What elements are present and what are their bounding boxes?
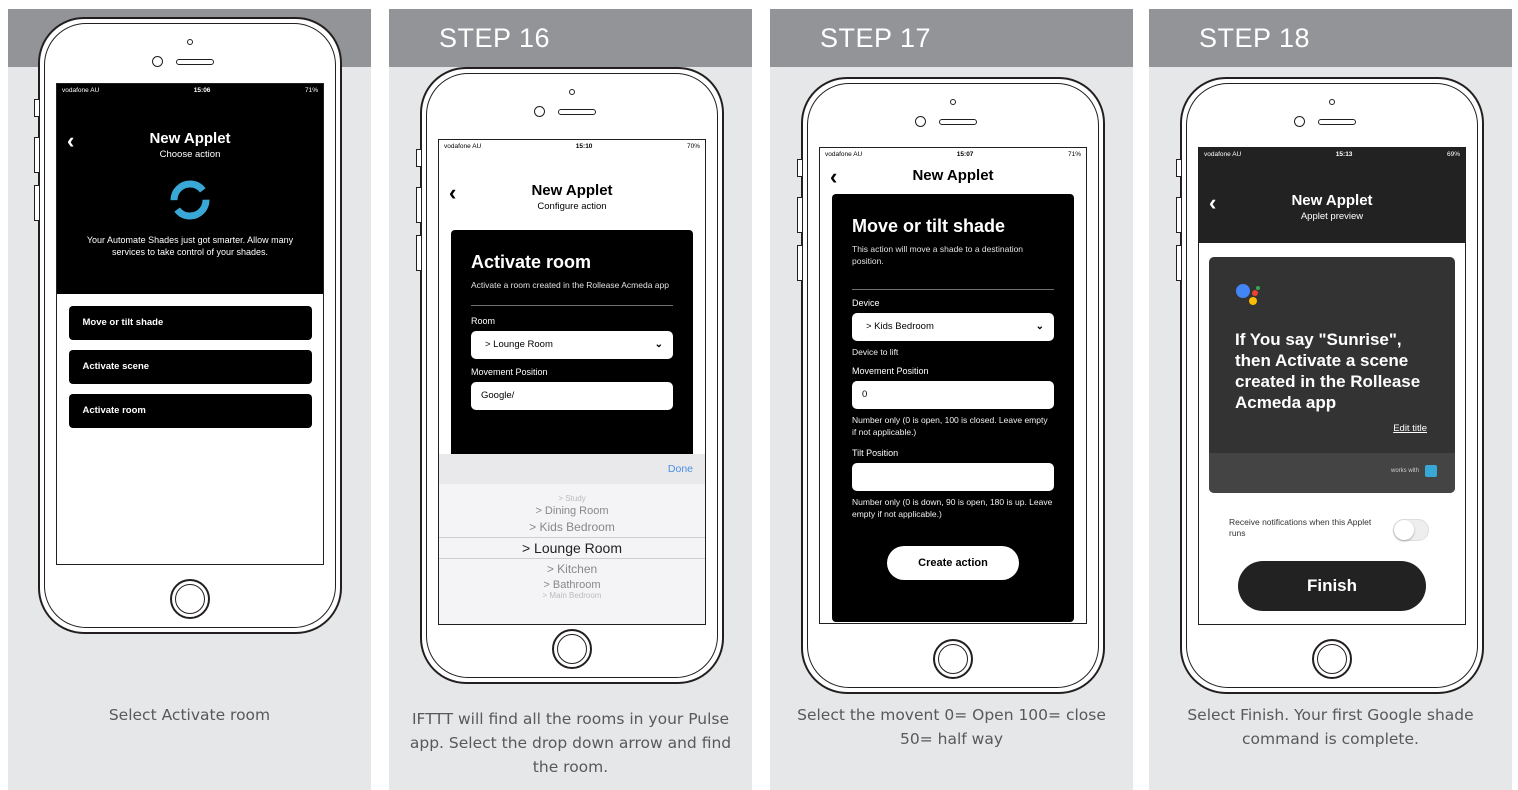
status-bar: vodafone AU 15:13 69% [1204, 150, 1460, 158]
screen-subtitle: Choose action [159, 149, 221, 160]
action-activate-room-button[interactable]: Activate room [68, 394, 312, 428]
movement-label: Movement Position [471, 367, 548, 377]
service-blurb: Your Automate Shades just got smarter. A… [86, 235, 294, 257]
back-icon[interactable]: ‹ [67, 130, 74, 152]
picker-item-selected[interactable]: > Lounge Room [439, 537, 705, 559]
back-icon[interactable]: ‹ [1209, 192, 1216, 214]
phone-frame: vodafone AU 15:06 71% ‹ New Applet Choose … [34, 17, 342, 634]
phone-frame: vodafone AU 15:10 70% ‹ New Applet Configu… [416, 67, 724, 684]
finish-button[interactable]: Finish [1238, 561, 1426, 611]
notification-toggle[interactable] [1393, 519, 1429, 541]
device-select[interactable]: > Kids Bedroom ⌄ [852, 313, 1054, 341]
home-button [933, 639, 973, 679]
service-logo-icon [168, 178, 212, 222]
done-button[interactable]: Done [668, 463, 693, 475]
movement-label: Movement Position [852, 366, 929, 376]
action-card: Activate room Activate a room created in… [451, 230, 693, 490]
screen-title: New Applet [1291, 192, 1373, 209]
picker-item[interactable]: > Study [439, 494, 705, 503]
google-assistant-icon [1235, 283, 1265, 313]
status-bar: vodafone AU 15:07 71% [825, 150, 1081, 158]
applet-preview-card: If You say "Sunrise", then Activate a sc… [1209, 257, 1455, 493]
step-label: STEP 16 [389, 9, 752, 67]
action-card: Move or tilt shade This action will move… [832, 194, 1074, 622]
back-icon[interactable]: ‹ [830, 166, 837, 188]
movement-input[interactable]: Google/ [471, 382, 673, 410]
back-icon[interactable]: ‹ [449, 182, 456, 204]
step-panel-15: STEP 15 vodafone AU15:0671% ‹ New Applet… [8, 9, 371, 790]
action-move-or-tilt-button[interactable]: Move or tilt shade [68, 306, 312, 340]
step-label: STEP 18 [1149, 9, 1512, 67]
room-select[interactable]: > Lounge Room ⌄ [471, 331, 673, 359]
app-header: ‹ New Applet Configure action [439, 152, 705, 213]
card-title: Move or tilt shade [852, 216, 1006, 236]
chevron-down-icon: ⌄ [654, 339, 663, 350]
notification-row: Receive notifications when this Applet r… [1209, 507, 1455, 551]
action-activate-scene-button[interactable]: Activate scene [68, 350, 312, 384]
device-label: Device [852, 298, 880, 308]
applet-preview-text: If You say "Sunrise", then Activate a sc… [1235, 330, 1421, 412]
home-button [552, 629, 592, 669]
app-header: ‹ New Applet Applet preview [1199, 160, 1465, 223]
screen-title: New Applet [149, 130, 231, 147]
step-caption: IFTTT will find all the rooms in your Pu… [409, 710, 732, 776]
step-caption: Select the movent 0= Open 100= close 50=… [797, 706, 1106, 748]
picker-item[interactable]: > Dining Room [439, 505, 705, 517]
card-title: Activate room [471, 252, 592, 272]
phone-screen: vodafone AU 15:10 70% ‹ New Applet Configu… [438, 139, 706, 625]
screen-title: New Applet [912, 167, 994, 184]
picker-item[interactable]: > Kitchen [439, 562, 705, 576]
step-panel-17: STEP 17 vodafone AU 15:07 71% ‹ New Applet… [770, 9, 1133, 790]
status-bar: vodafone AU 15:06 71% [62, 86, 318, 94]
create-action-button[interactable]: Create action [887, 546, 1019, 580]
tilt-label: Tilt Position [852, 448, 899, 458]
tilt-input[interactable] [852, 463, 1054, 491]
picker-item[interactable]: > Kids Bedroom [439, 520, 705, 534]
phone-screen: vodafone AU 15:06 71% ‹ New Applet Choose … [56, 83, 324, 565]
device-hint: Device to lift [852, 347, 899, 357]
screen-title: New Applet [531, 182, 613, 199]
edit-title-link[interactable]: Edit title [1393, 423, 1427, 434]
step-panel-16: STEP 16 vodafone AU 15:10 70% ‹ New Applet… [389, 9, 752, 790]
step-label: STEP 17 [770, 9, 1133, 67]
movement-hint: Number only (0 is open, 100 is closed. L… [852, 415, 1048, 437]
screen-subtitle: Applet preview [1300, 211, 1364, 222]
works-with-label: works with [1390, 468, 1419, 474]
phone-frame: vodafone AU 15:07 71% ‹ New Applet Move or… [797, 77, 1105, 694]
picker-item[interactable]: > Main Bedroom [439, 591, 705, 600]
app-header: ‹ New Applet [820, 160, 1086, 188]
phone-frame: vodafone AU 15:13 69% ‹ New Applet Applet … [1176, 77, 1484, 694]
room-label: Room [471, 316, 496, 326]
picker-item[interactable]: > Bathroom [439, 579, 705, 591]
step-caption: Select Finish. Your first Google shade c… [1187, 706, 1474, 748]
home-button [170, 579, 210, 619]
movement-input[interactable]: 0 [852, 381, 1054, 409]
chevron-down-icon: ⌄ [1035, 321, 1044, 332]
service-badge-icon [1425, 465, 1437, 477]
home-button [1312, 639, 1352, 679]
notification-label: Receive notifications when this Applet r… [1229, 517, 1372, 538]
card-description: This action will move a shade to a desti… [852, 244, 1024, 266]
tilt-hint: Number only (0 is down, 90 is open, 180 … [852, 497, 1053, 519]
step-panel-18: STEP 18 vodafone AU 15:13 69% ‹ New Applet… [1149, 9, 1512, 790]
status-bar: vodafone AU 15:10 70% [444, 142, 700, 150]
step-caption: Select Activate room [108, 706, 271, 724]
room-picker[interactable]: Done > Study > Dining Room > Kids Bedroo… [439, 454, 705, 624]
card-description: Activate a room created in the Rollease … [471, 280, 669, 290]
phone-screen: vodafone AU 15:13 69% ‹ New Applet Applet … [1198, 147, 1466, 625]
app-header: ‹ New Applet Choose action [57, 96, 323, 161]
screen-subtitle: Configure action [537, 201, 607, 212]
phone-screen: vodafone AU 15:07 71% ‹ New Applet Move or… [819, 147, 1087, 624]
